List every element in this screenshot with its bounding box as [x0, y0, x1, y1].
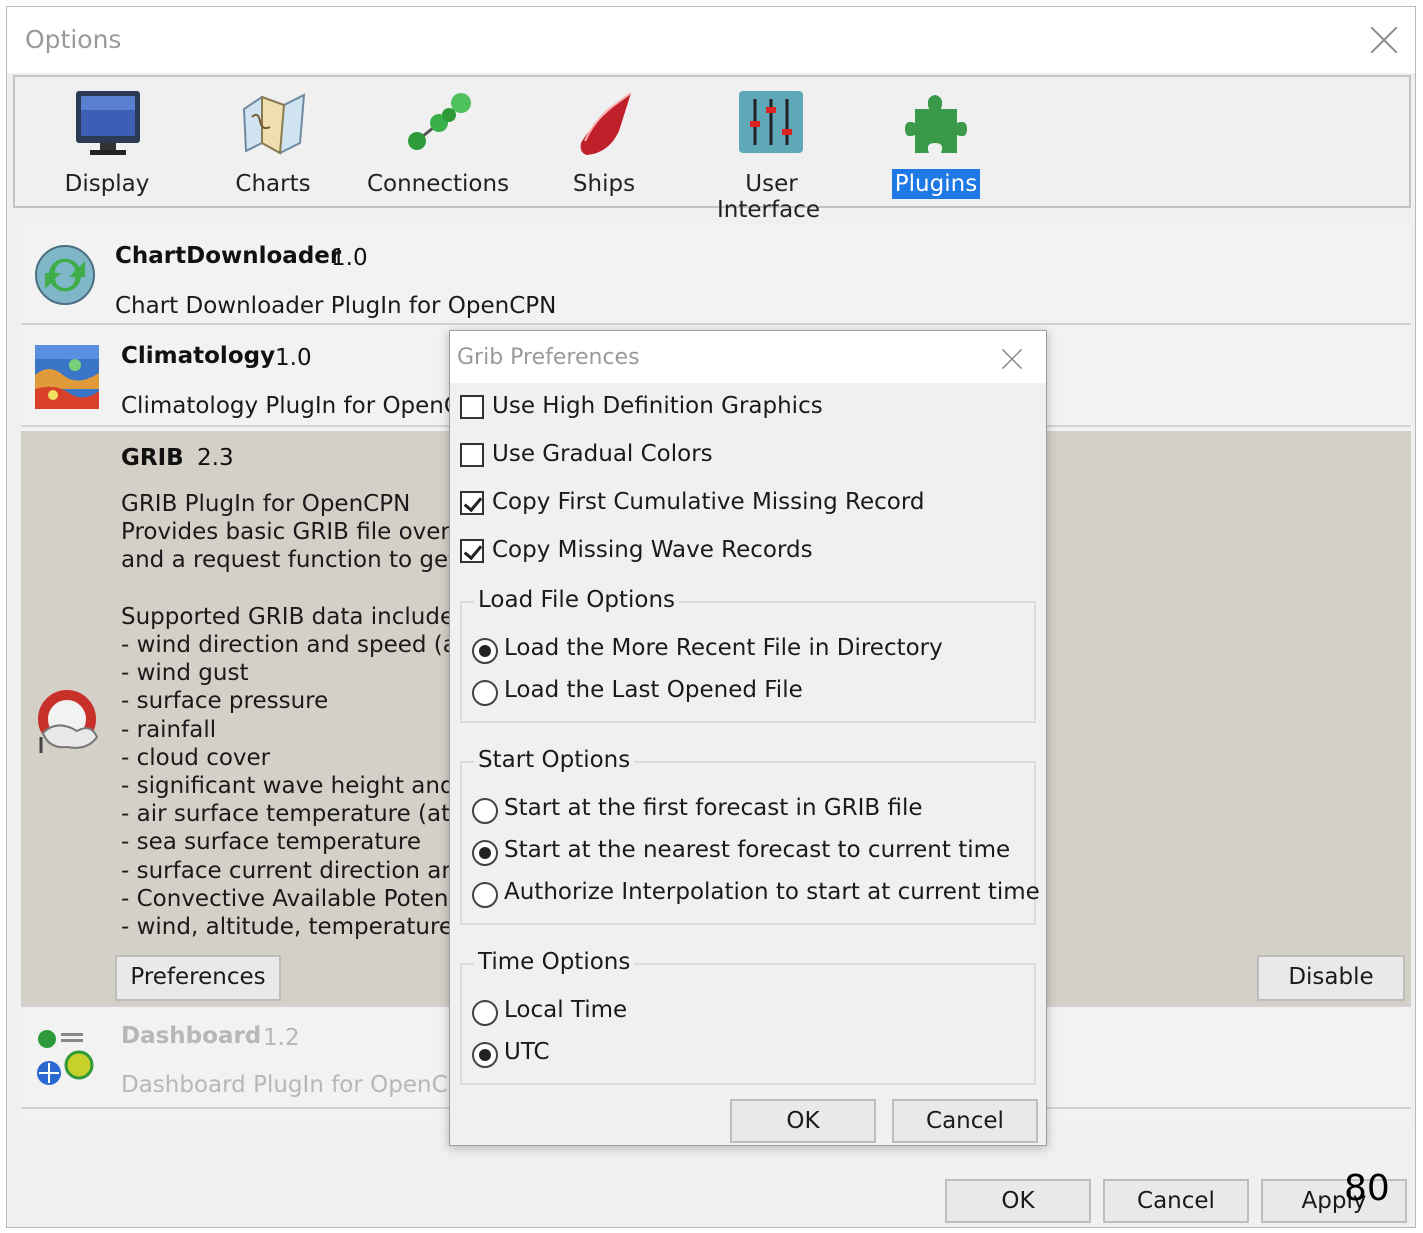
radio-load-last-opened[interactable]	[472, 680, 498, 706]
monitor-icon	[76, 91, 140, 155]
dialog-title: Grib Preferences	[457, 345, 640, 370]
radio-label: Start at the first forecast in GRIB file	[504, 795, 923, 821]
plugin-name: Dashboard	[121, 1023, 262, 1049]
page-number: 80	[1344, 1168, 1390, 1209]
checkbox-label: Use Gradual Colors	[492, 441, 713, 467]
puzzle-icon	[905, 95, 967, 153]
plugin-description: GRIB PlugIn for OpenCPN Provides basic G…	[121, 491, 484, 941]
radio-start-first[interactable]	[472, 798, 498, 824]
grib-preferences-dialog: Grib Preferences Use High Definition Gra…	[449, 330, 1047, 1146]
dashboard-icon	[37, 1030, 94, 1085]
tab-label: Connections	[366, 171, 510, 197]
plugin-version: 2.3	[197, 445, 234, 471]
radio-label: Local Time	[504, 997, 628, 1023]
plugin-description: Chart Downloader PlugIn for OpenCPN	[115, 293, 557, 319]
radio-local-time[interactable]	[472, 1000, 498, 1026]
options-toolbar: Display Charts Connections Ships User In…	[13, 75, 1411, 223]
checkbox-box[interactable]	[460, 395, 484, 419]
time-options-group: Time Options Local Time UTC	[460, 949, 1036, 1085]
plugin-version: 1.2	[263, 1025, 300, 1051]
dialog-ok-button[interactable]: OK	[730, 1099, 876, 1143]
tab-label: Ships	[572, 171, 636, 197]
checkbox-box[interactable]	[460, 491, 484, 515]
chart-map-icon	[242, 93, 306, 155]
radio-authorize-interpolation[interactable]	[472, 882, 498, 908]
plugin-row-chartdownloader[interactable]: ChartDownloader 1.0 Chart Downloader Plu…	[21, 225, 1411, 325]
connections-icon	[408, 93, 471, 150]
plugin-version: 1.0	[275, 345, 312, 371]
group-legend: Start Options	[474, 747, 635, 773]
grib-icon	[38, 690, 99, 753]
radio-label: Start at the nearest forecast to current…	[504, 837, 1011, 863]
preferences-button[interactable]: Preferences	[115, 955, 281, 1001]
tab-connections[interactable]: Connections	[358, 77, 518, 207]
tab-label: Plugins	[891, 169, 981, 199]
tab-display[interactable]: Display	[27, 77, 187, 207]
dialog-title-bar: Grib Preferences	[450, 331, 1046, 383]
checkbox-box[interactable]	[460, 539, 484, 563]
ship-icon	[580, 92, 632, 155]
tab-label: User Interface	[717, 171, 820, 223]
sliders-icon	[739, 91, 803, 153]
radio-label: UTC	[504, 1039, 550, 1065]
chart-downloader-icon	[35, 245, 95, 305]
plugin-name: GRIB	[121, 445, 184, 471]
close-icon[interactable]	[1364, 20, 1404, 60]
radio-label: Authorize Interpolation to start at curr…	[504, 879, 1040, 905]
title-bar: Options	[7, 7, 1415, 73]
checkbox-label: Copy First Cumulative Missing Record	[492, 489, 925, 515]
radio-label: Load the Last Opened File	[504, 677, 803, 703]
checkbox-box[interactable]	[460, 443, 484, 467]
radio-utc[interactable]	[472, 1042, 498, 1068]
tab-ships[interactable]: Ships	[524, 77, 684, 207]
plugin-version: 1.0	[331, 245, 368, 271]
tab-plugins[interactable]: Plugins	[856, 77, 1016, 207]
cancel-button[interactable]: Cancel	[1103, 1179, 1249, 1223]
close-icon[interactable]	[997, 344, 1027, 374]
checkbox-label: Copy Missing Wave Records	[492, 537, 813, 563]
tab-label: Charts	[235, 171, 311, 197]
radio-load-recent[interactable]	[472, 638, 498, 664]
tab-user-interface[interactable]: User Interface	[690, 77, 850, 223]
plugin-description: Climatology PlugIn for OpenCPN	[121, 393, 492, 419]
plugin-description: Dashboard PlugIn for OpenCPN	[121, 1072, 479, 1098]
window-title: Options	[25, 25, 122, 54]
start-options-group: Start Options Start at the first forecas…	[460, 747, 1040, 925]
plugin-name: ChartDownloader	[115, 243, 342, 269]
tab-label: Display	[64, 171, 150, 197]
group-legend: Load File Options	[474, 587, 680, 613]
tab-charts[interactable]: Charts	[193, 77, 353, 207]
disable-button[interactable]: Disable	[1257, 955, 1405, 1001]
radio-start-nearest[interactable]	[472, 840, 498, 866]
ok-button[interactable]: OK	[945, 1179, 1091, 1223]
group-legend: Time Options	[474, 949, 635, 975]
radio-label: Load the More Recent File in Directory	[504, 635, 943, 661]
load-file-options-group: Load File Options Load the More Recent F…	[460, 587, 1036, 723]
dialog-cancel-button[interactable]: Cancel	[892, 1099, 1038, 1143]
checkbox-label: Use High Definition Graphics	[492, 393, 823, 419]
climatology-icon	[35, 345, 99, 409]
plugin-name: Climatology	[121, 343, 276, 369]
